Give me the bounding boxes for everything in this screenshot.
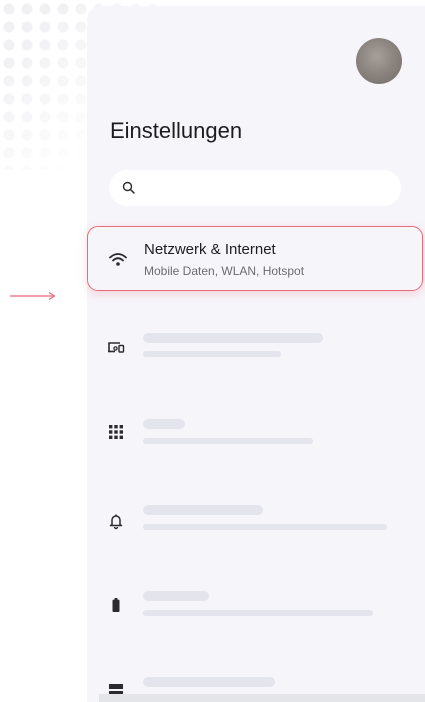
settings-item-network-internet[interactable]: Netzwerk & Internet Mobile Daten, WLAN, … xyxy=(87,226,423,291)
settings-item-subtitle: Mobile Daten, WLAN, Hotspot xyxy=(144,264,305,278)
settings-screen: Einstellungen Netzwerk & Internet Mobile… xyxy=(87,6,425,702)
notifications-bell-icon xyxy=(109,514,123,530)
search-bar[interactable] xyxy=(109,170,401,208)
connected-devices-icon xyxy=(108,342,125,353)
skeleton-subtitle-bar xyxy=(143,438,313,444)
search-input[interactable] xyxy=(143,170,397,208)
skeleton-title-bar xyxy=(143,505,263,515)
skeleton-subtitle-bar xyxy=(143,610,373,616)
skeleton-title-bar xyxy=(143,419,185,429)
skeleton-title-bar xyxy=(143,333,323,343)
screen-bottom-edge xyxy=(99,694,425,702)
pointer-arrow-icon xyxy=(10,291,56,301)
avatar[interactable] xyxy=(356,38,402,84)
skeleton-title-bar xyxy=(143,677,275,687)
screenshot-stage: Einstellungen Netzwerk & Internet Mobile… xyxy=(0,0,425,702)
apps-grid-icon xyxy=(109,425,123,439)
skeleton-subtitle-bar xyxy=(143,524,387,530)
search-icon xyxy=(122,181,135,194)
battery-icon xyxy=(112,598,120,612)
skeleton-subtitle-bar xyxy=(143,351,281,357)
wifi-icon xyxy=(109,253,127,266)
page-title: Einstellungen xyxy=(110,118,243,143)
skeleton-title-bar xyxy=(143,591,209,601)
settings-item-title: Netzwerk & Internet xyxy=(144,241,276,258)
